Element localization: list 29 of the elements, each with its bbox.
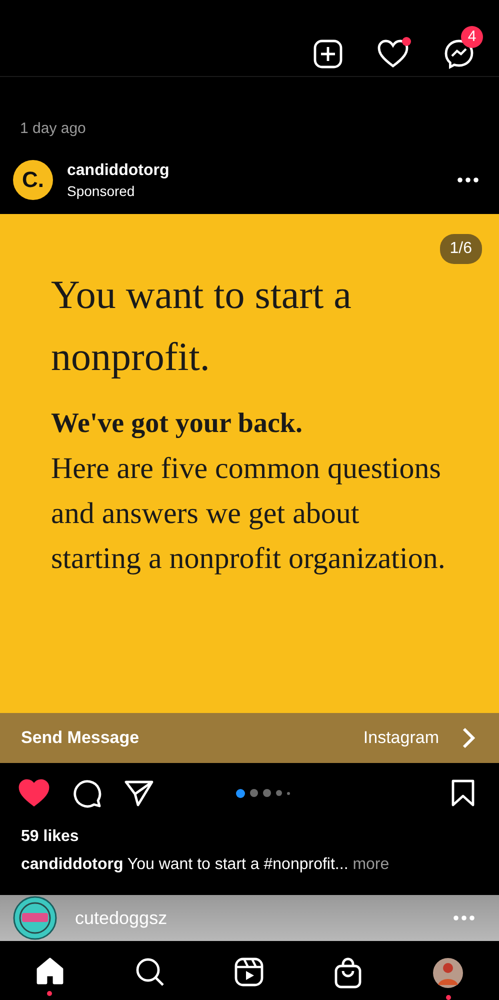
post-caption: candiddotorg You want to start a #nonprofit... more bbox=[20, 855, 390, 876]
shopping-bag-icon[interactable] bbox=[334, 957, 362, 989]
profile-avatar[interactable] bbox=[432, 957, 464, 989]
heart-icon[interactable] bbox=[377, 38, 409, 69]
search-icon[interactable] bbox=[134, 957, 165, 987]
sponsored-label: Sponsored bbox=[67, 182, 136, 199]
ad-subheading: We've got your back. bbox=[51, 407, 304, 442]
ad-body-text: Here are five common questions and answers we get about starting a nonprofit organization. bbox=[51, 451, 446, 578]
chevron-right-icon[interactable] bbox=[461, 726, 475, 749]
ad-headline: You want to start a nonprofit. bbox=[51, 271, 352, 382]
send-message-bar[interactable]: Send Message Instagram bbox=[0, 712, 499, 763]
share-icon[interactable] bbox=[124, 779, 154, 808]
more-link[interactable]: more bbox=[352, 856, 390, 874]
bookmark-icon[interactable] bbox=[451, 779, 475, 808]
account-avatar[interactable] bbox=[13, 896, 57, 940]
reels-icon[interactable] bbox=[234, 957, 264, 987]
more-options-icon[interactable] bbox=[457, 177, 479, 184]
username[interactable]: candiddotorg bbox=[67, 162, 443, 180]
home-icon[interactable] bbox=[34, 957, 65, 985]
comment-icon[interactable] bbox=[72, 778, 102, 808]
post-time: 1 day ago bbox=[20, 120, 86, 137]
likes-count[interactable]: 59 likes bbox=[21, 824, 79, 850]
new-post-icon[interactable] bbox=[313, 38, 343, 69]
send-message-link[interactable]: Send Message bbox=[21, 728, 342, 748]
account-avatar[interactable]: C. bbox=[13, 160, 53, 200]
like-icon[interactable] bbox=[18, 779, 50, 808]
slide-counter: 1/6 bbox=[440, 234, 482, 264]
message-count-badge: 4 bbox=[461, 26, 483, 48]
cta-source: Instagram bbox=[363, 728, 439, 748]
